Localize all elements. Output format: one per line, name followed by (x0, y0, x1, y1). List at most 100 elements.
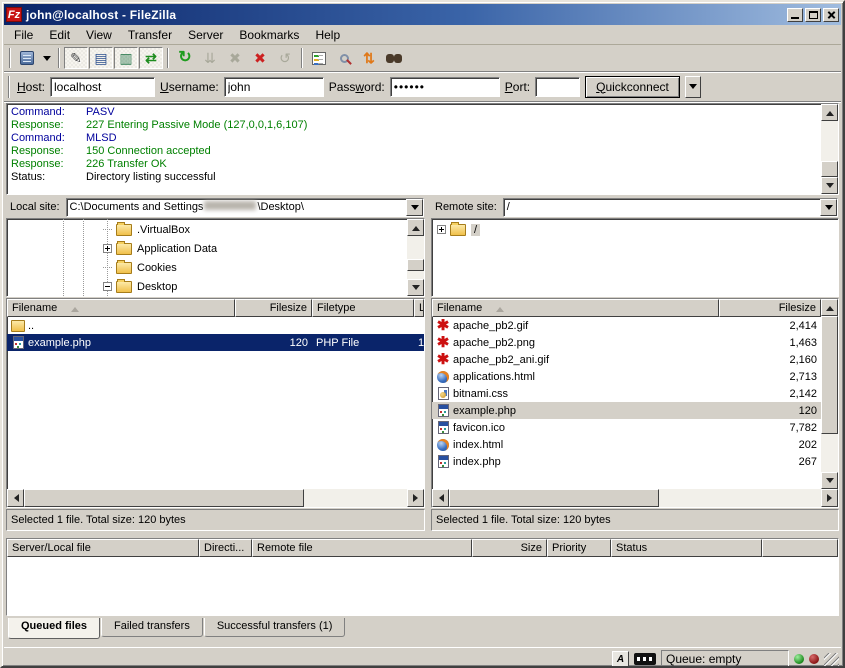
horizontal-splitter[interactable] (4, 531, 841, 538)
tab-successful-transfers[interactable]: Successful transfers (1) (204, 618, 346, 637)
column-priority[interactable]: Priority (547, 539, 611, 557)
tree-item-cookies[interactable]: Cookies (7, 258, 407, 277)
scroll-thumb[interactable] (449, 489, 659, 507)
ascii-mode-indicator[interactable]: A (612, 651, 629, 667)
remote-path-dropdown[interactable] (820, 199, 837, 216)
refresh-button[interactable]: ↻ (173, 47, 197, 69)
file-row-parent-dir[interactable]: .. (7, 317, 424, 334)
filter-button[interactable] (307, 47, 331, 69)
file-row-selected[interactable]: example.php120 (432, 402, 821, 419)
column-direction[interactable]: Directi... (199, 539, 252, 557)
log-scrollbar[interactable] (821, 104, 838, 194)
disconnect-button[interactable]: ✖ (248, 47, 272, 69)
tree-item-root[interactable]: / (432, 220, 838, 239)
menu-bookmarks[interactable]: Bookmarks (231, 26, 307, 44)
file-row[interactable]: apache_pb2_ani.gif2,160 (432, 351, 821, 368)
expand-icon[interactable] (103, 244, 112, 253)
sync-browsing-button[interactable]: ⇅ (357, 47, 381, 69)
tree-item-application-data[interactable]: Application Data (7, 239, 407, 258)
expand-icon[interactable] (437, 225, 446, 234)
scroll-thumb[interactable] (821, 316, 838, 434)
menu-server[interactable]: Server (180, 26, 231, 44)
process-queue-button[interactable]: ⇊ (198, 47, 222, 69)
scroll-right-button[interactable] (407, 489, 424, 507)
scroll-down-button[interactable] (407, 279, 424, 296)
column-filename[interactable]: Filename (432, 299, 719, 317)
local-path-combo[interactable]: C:\Documents and Settings\Desktop\ (66, 198, 424, 217)
remote-path-combo[interactable]: / (503, 198, 838, 217)
app-icon: Fz (6, 7, 22, 22)
tab-failed-transfers[interactable]: Failed transfers (101, 618, 203, 637)
scroll-down-button[interactable] (821, 177, 838, 194)
tab-queued-files[interactable]: Queued files (8, 618, 100, 639)
tree-item-desktop[interactable]: Desktop (7, 277, 407, 296)
file-row[interactable]: apache_pb2.png1,463 (432, 334, 821, 351)
arrow-up-icon (826, 302, 834, 311)
toggle-remote-tree-button[interactable]: ▥ (114, 47, 138, 69)
scroll-thumb[interactable] (407, 259, 424, 271)
local-files-hscrollbar[interactable] (7, 489, 424, 507)
quickconnect-dropdown[interactable] (685, 76, 701, 98)
column-filename[interactable]: Filename (7, 299, 235, 317)
maximize-button[interactable] (805, 8, 821, 22)
reconnect-button[interactable]: ↺ (273, 47, 297, 69)
column-filesize[interactable]: Filesize (235, 299, 312, 317)
column-filesize[interactable]: Filesize (719, 299, 821, 317)
file-row[interactable]: bitnami.css2,142 (432, 385, 821, 402)
file-row[interactable]: favicon.ico7,782 (432, 419, 821, 436)
column-server-local-file[interactable]: Server/Local file (7, 539, 199, 557)
scroll-left-button[interactable] (432, 489, 449, 507)
remote-files-hscrollbar[interactable] (432, 489, 838, 507)
port-input[interactable] (535, 77, 580, 97)
scroll-up-button[interactable] (407, 219, 424, 236)
scroll-up-button[interactable] (821, 104, 838, 121)
column-status[interactable]: Status (611, 539, 762, 557)
column-remote-file[interactable]: Remote file (252, 539, 472, 557)
local-tree-scrollbar[interactable] (407, 219, 424, 296)
menu-transfer[interactable]: Transfer (120, 26, 180, 44)
column-last-modified[interactable]: L (414, 299, 424, 317)
host-input[interactable] (50, 77, 155, 97)
directory-comparison-button[interactable] (332, 47, 356, 69)
quickconnect-button[interactable]: Quickconnect (585, 76, 680, 98)
local-tree-area[interactable]: .VirtualBox Application Data Cookies Des… (7, 219, 407, 296)
toggle-queue-button[interactable]: ⇄ (139, 47, 163, 69)
file-row[interactable]: apache_pb2.gif2,414 (432, 317, 821, 334)
find-files-button[interactable] (382, 47, 406, 69)
scroll-thumb[interactable] (24, 489, 304, 507)
scroll-up-button[interactable] (821, 299, 838, 316)
local-path-dropdown[interactable] (406, 199, 423, 216)
scroll-right-button[interactable] (821, 489, 838, 507)
cancel-button[interactable]: ✖ (223, 47, 247, 69)
menu-file[interactable]: File (6, 26, 41, 44)
minimize-button[interactable] (787, 8, 803, 22)
password-input[interactable] (390, 77, 500, 97)
username-input[interactable] (224, 77, 324, 97)
tree-item-virtualbox[interactable]: .VirtualBox (7, 220, 407, 239)
file-row[interactable]: index.php267 (432, 453, 821, 470)
site-manager-button[interactable] (15, 47, 39, 69)
queue-list[interactable] (7, 557, 838, 615)
scroll-thumb[interactable] (821, 161, 838, 177)
menu-edit[interactable]: Edit (41, 26, 78, 44)
menu-view[interactable]: View (78, 26, 120, 44)
toggle-local-tree-button[interactable]: ▤ (89, 47, 113, 69)
scroll-down-button[interactable] (821, 472, 838, 489)
file-row[interactable]: index.html202 (432, 436, 821, 453)
collapse-icon[interactable] (103, 282, 112, 291)
column-filetype[interactable]: Filetype (312, 299, 414, 317)
scroll-left-button[interactable] (7, 489, 24, 507)
resize-grip[interactable] (824, 653, 839, 668)
site-manager-dropdown[interactable] (40, 47, 54, 69)
remote-files-list[interactable]: apache_pb2.gif2,414 apache_pb2.png1,463 … (432, 317, 821, 489)
file-row[interactable]: applications.html2,713 (432, 368, 821, 385)
toggle-message-log-button[interactable]: ✎ (64, 47, 88, 69)
remote-files-vscrollbar[interactable] (821, 299, 838, 489)
close-button[interactable] (823, 8, 839, 22)
speed-limits-icon[interactable] (634, 653, 656, 665)
local-files-list[interactable]: .. example.php 120 PHP File 1 (7, 317, 424, 489)
column-size[interactable]: Size (472, 539, 547, 557)
file-row-example-php[interactable]: example.php 120 PHP File 1 (7, 334, 424, 351)
menu-help[interactable]: Help (307, 26, 348, 44)
remote-tree-area[interactable]: / (432, 219, 838, 296)
